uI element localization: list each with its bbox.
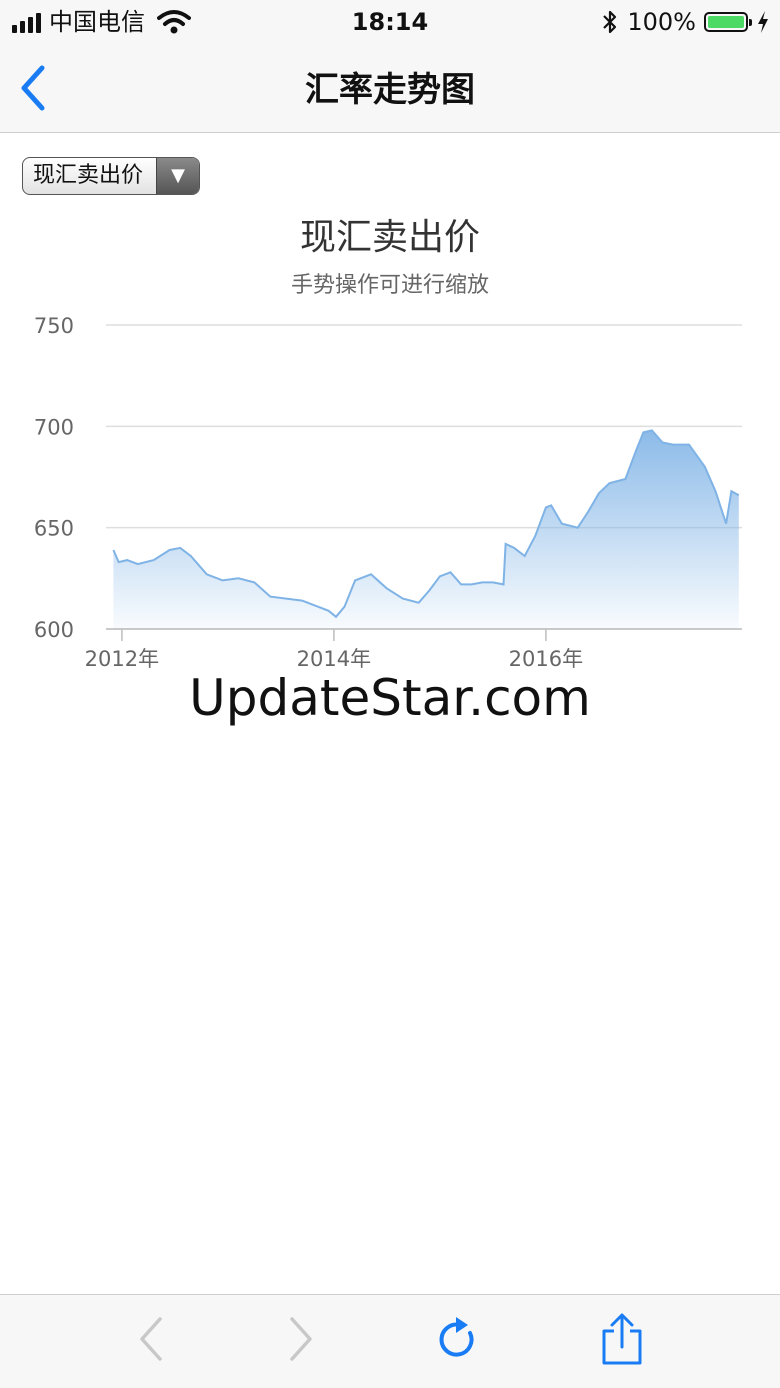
battery-fill xyxy=(708,16,744,28)
bluetooth-icon xyxy=(603,10,617,34)
y-tick-label-650: 650 xyxy=(34,517,74,541)
y-tick-label-600: 600 xyxy=(34,618,74,642)
exchange-rate-chart[interactable]: 6006507007502012年 2014年 2016年 xyxy=(0,300,780,680)
dropdown-selected-value: 现汇卖出价 xyxy=(33,163,144,188)
page-title: 汇率走势图 xyxy=(305,70,475,110)
share-icon[interactable] xyxy=(598,1313,646,1365)
status-right: 100% xyxy=(601,6,770,38)
reload-icon[interactable] xyxy=(434,1313,482,1365)
watermark: UpdateStar.com xyxy=(189,669,591,727)
charging-icon xyxy=(758,11,768,33)
price-type-dropdown[interactable]: 现汇卖出价 ▼ xyxy=(22,157,200,195)
status-bar: 中国电信 18:14 100% xyxy=(0,0,780,44)
series-area xyxy=(113,430,739,629)
bottom-toolbar xyxy=(0,1294,780,1388)
chart-subtitle: 手势操作可进行缩放 xyxy=(290,273,489,298)
forward-arrow-icon[interactable] xyxy=(276,1313,324,1365)
y-tick-label-700: 700 xyxy=(34,415,74,439)
dropdown-arrow-icon: ▼ xyxy=(156,158,199,194)
nav-bar: 汇率走势图 xyxy=(0,44,780,133)
y-tick-label-750: 750 xyxy=(34,314,74,338)
chart-title: 现汇卖出价 xyxy=(299,217,480,258)
battery-icon xyxy=(704,12,752,32)
back-arrow-icon[interactable] xyxy=(128,1313,176,1365)
battery-percent: 100% xyxy=(627,8,696,36)
